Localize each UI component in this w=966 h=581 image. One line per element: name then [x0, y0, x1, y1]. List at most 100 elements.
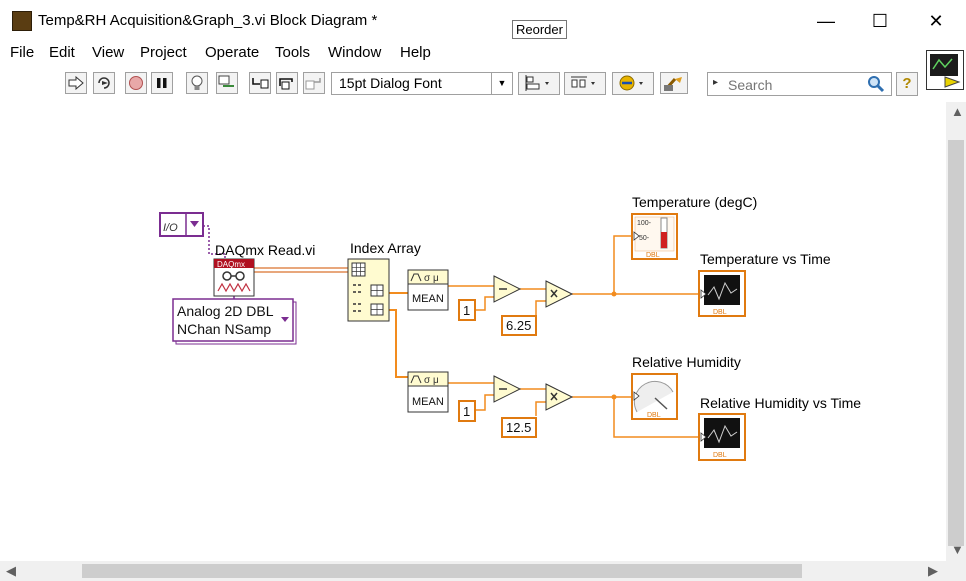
step-over-button[interactable] — [276, 72, 298, 94]
constant-1-temperature[interactable]: 1 — [458, 299, 476, 321]
retain-wire-values-icon — [218, 75, 234, 87]
run-continuously-button[interactable] — [93, 72, 115, 94]
labview-app-icon[interactable] — [12, 11, 32, 31]
task-constant[interactable]: I/O — [159, 212, 204, 237]
const1a-text: 1 — [463, 303, 470, 318]
run-continuously-icon — [98, 77, 110, 89]
reorder-icon — [619, 75, 643, 91]
context-help-button[interactable]: ? — [896, 72, 918, 96]
2d-array-wire[interactable] — [254, 267, 348, 273]
search-input[interactable] — [726, 75, 860, 95]
menu-view[interactable]: View — [92, 44, 124, 61]
subtract-node-humidity[interactable] — [493, 375, 522, 403]
mu-glyph: μ — [433, 375, 439, 386]
pause-button[interactable] — [151, 72, 173, 94]
mean2-text: MEAN — [412, 396, 444, 408]
sigma-glyph: σ — [424, 273, 431, 284]
menu-edit[interactable]: Edit — [49, 44, 75, 61]
run-arrow-icon — [68, 76, 84, 90]
search-options-icon[interactable]: ▸ — [713, 77, 718, 88]
read-type-selector[interactable]: Analog 2D DBL NChan NSamp — [172, 298, 297, 345]
block-diagram-canvas[interactable]: I/O DAQmx Read.vi DAQmx Analog 2D DBL NC… — [0, 102, 946, 561]
search-icon[interactable] — [867, 75, 885, 93]
rh-graph-dbl: DBL — [713, 452, 727, 459]
search-box[interactable]: ▸ — [707, 72, 892, 96]
thermometer-fill — [661, 232, 667, 248]
step-out-icon — [305, 78, 321, 90]
font-selector[interactable]: 15pt Dialog Font ▼ — [331, 72, 513, 95]
reorder-dropdown[interactable] — [612, 72, 654, 95]
distribute-objects-dropdown[interactable] — [564, 72, 606, 95]
constant-scale-temperature[interactable]: 6.25 — [501, 315, 537, 336]
relative-humidity-graph-terminal[interactable]: DBL — [698, 413, 746, 461]
step-out-button[interactable] — [303, 72, 325, 94]
abort-button[interactable] — [125, 72, 147, 94]
vertical-scroll-thumb[interactable] — [948, 140, 964, 546]
scale-temp-text: 6.25 — [506, 318, 531, 333]
temp-indicator-wire[interactable] — [613, 235, 632, 294]
menu-window[interactable]: Window — [328, 44, 381, 61]
constant-scale-humidity[interactable]: 12.5 — [501, 417, 537, 438]
maximize-button[interactable]: ☐ — [857, 6, 903, 36]
const1a-wire[interactable] — [475, 296, 494, 311]
step-into-button[interactable] — [249, 72, 271, 94]
scale-rh-wire[interactable] — [535, 401, 546, 416]
mean1-text: MEAN — [412, 293, 444, 305]
vi-icon-connector-pane[interactable] — [926, 50, 964, 90]
pause-icon — [157, 78, 167, 88]
scroll-right-icon[interactable]: ▶ — [928, 563, 938, 579]
rh-array-wire[interactable] — [389, 309, 408, 378]
highlight-execution-button[interactable] — [186, 72, 208, 94]
scale-rh-text: 12.5 — [506, 420, 531, 435]
reorder-tooltip: Reorder — [512, 20, 567, 39]
temperature-graph-terminal[interactable]: DBL — [698, 270, 746, 317]
temperature-label: Temperature (degC) — [632, 194, 757, 210]
temp-graph-dbl: DBL — [713, 309, 727, 316]
menu-file[interactable]: File — [10, 44, 34, 61]
relative-humidity-gauge-terminal[interactable]: DBL — [631, 373, 678, 420]
minimize-button[interactable]: — — [803, 6, 849, 36]
scroll-left-icon[interactable]: ◀ — [6, 563, 16, 579]
temperature-graph-label: Temperature vs Time — [700, 251, 831, 267]
constant-1-humidity[interactable]: 1 — [458, 400, 476, 422]
multiply-node-humidity[interactable] — [545, 383, 574, 411]
align-objects-dropdown[interactable] — [518, 72, 560, 95]
mean-node-temperature[interactable]: σ μ MEAN — [407, 269, 449, 311]
horizontal-scroll-thumb[interactable] — [82, 564, 802, 578]
mean-node-humidity[interactable]: σ μ MEAN — [407, 371, 449, 413]
toolbar: 15pt Dialog Font ▼ ▸ ? — [0, 66, 966, 103]
menu-operate[interactable]: Operate — [205, 44, 259, 61]
scale-temp-wire[interactable] — [535, 300, 546, 317]
close-button[interactable]: ✕ — [913, 6, 959, 36]
daqmx-banner: DAQmx — [217, 260, 245, 269]
retain-wire-values-button[interactable] — [216, 72, 238, 94]
scroll-up-icon[interactable]: ▲ — [951, 104, 964, 119]
block-diagram-svg: I/O DAQmx Read.vi DAQmx Analog 2D DBL NC… — [159, 194, 861, 461]
chevron-down-icon: ▼ — [491, 73, 512, 94]
distribute-objects-icon — [571, 76, 595, 88]
horizontal-scrollbar[interactable]: ◀ ▶ — [0, 561, 946, 581]
relative-humidity-graph-label: Relative Humidity vs Time — [700, 395, 861, 411]
temp-wire-junction — [611, 291, 617, 297]
clean-up-diagram-button[interactable] — [660, 72, 688, 94]
multiply-node-temperature[interactable] — [545, 280, 574, 308]
vertical-scrollbar[interactable]: ▲ ▼ — [946, 102, 966, 561]
temperature-thermometer-terminal[interactable]: 100- 50- DBL — [631, 213, 678, 260]
index-array-node[interactable] — [347, 258, 390, 322]
stop-icon — [129, 76, 143, 90]
menu-project[interactable]: Project — [140, 44, 187, 61]
menu-tools[interactable]: Tools — [275, 44, 310, 61]
scroll-down-icon[interactable]: ▼ — [951, 542, 964, 557]
subtract-node-temperature[interactable] — [493, 275, 522, 303]
const1b-wire[interactable] — [475, 394, 494, 411]
step-into-icon — [252, 78, 269, 89]
daqmx-read-node[interactable]: DAQmx — [213, 258, 255, 297]
menu-help[interactable]: Help — [400, 44, 431, 61]
selector-line-2: NChan NSamp — [177, 321, 271, 337]
menu-bar: File Edit View Project Operate Tools Win… — [0, 40, 966, 66]
rh-wire-junction — [611, 394, 617, 400]
thermo-100-tick: 100- — [637, 220, 652, 227]
index-array-label: Index Array — [350, 240, 421, 256]
run-button[interactable] — [65, 72, 87, 94]
task-constant-text: I/O — [163, 222, 178, 234]
